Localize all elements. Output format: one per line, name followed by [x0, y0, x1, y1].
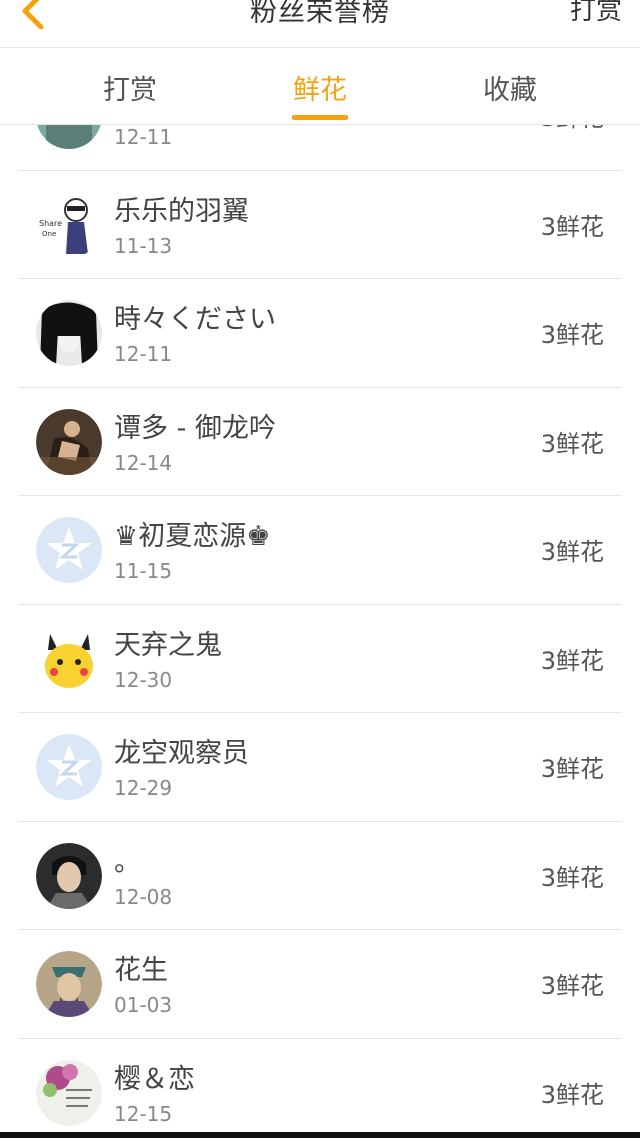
list-item[interactable]: 。 12-08 3鲜花 — [18, 822, 622, 930]
list-item-count: 3鲜花 — [540, 972, 604, 1000]
list-item-date: 01-03 — [114, 993, 173, 1017]
user-avatar — [36, 1059, 102, 1126]
user-avatar: Share One — [36, 191, 102, 258]
tab-bar: 打赏 鲜花 收藏 — [0, 49, 640, 125]
list-item-count: 3鲜花 — [540, 646, 604, 675]
list-item-count: 3鲜花 — [540, 863, 604, 892]
reward-button[interactable]: 打赏 — [570, 0, 622, 27]
page-title: 粉丝荣誉榜 — [250, 0, 390, 28]
default-avatar — [36, 517, 102, 583]
fans-list: 12-11 3鲜花 Share One 乐乐的羽翼 11-13 3鲜花 時々くださ… — [18, 62, 622, 1138]
list-item[interactable]: Share One 乐乐的羽翼 11-13 3鲜花 — [18, 171, 622, 279]
list-item-date: 11-13 — [114, 233, 173, 258]
list-item[interactable]: 花生 01-03 3鲜花 — [18, 930, 622, 1039]
list-item-date: 12-11 — [114, 342, 173, 366]
list-item-date: 12-30 — [114, 667, 173, 692]
list-item-name: 谭多 - 御龙吟 — [114, 412, 276, 444]
default-avatar — [36, 734, 102, 800]
list-item-name: ♛初夏恋源♚ — [114, 521, 271, 552]
list-item-name: 時々ください — [114, 304, 276, 335]
list-item[interactable]: 龙空观察员 12-29 3鲜花 — [18, 713, 622, 822]
tab-favorites[interactable]: 收藏 — [440, 49, 580, 125]
tab-reward[interactable]: 打赏 — [60, 49, 200, 125]
list-item-name: 龙空观察员 — [114, 738, 249, 769]
user-avatar — [36, 951, 102, 1017]
list-item-date: 11-15 — [114, 559, 173, 583]
list-item-date: 12-29 — [114, 776, 173, 800]
list-item-name: 花生 — [114, 955, 168, 986]
list-item[interactable]: 樱＆恋 12-15 3鲜花 — [18, 1039, 622, 1138]
list-item[interactable]: 時々ください 12-11 3鲜花 — [18, 279, 622, 388]
fans-honor-page: 12-11 3鲜花 Share One 乐乐的羽翼 11-13 3鲜花 時々くださ… — [0, 0, 640, 1138]
list-item-count: 3鲜花 — [540, 321, 604, 349]
user-avatar — [36, 625, 102, 692]
list-item-count: 3鲜花 — [540, 429, 604, 458]
list-item-date: 12-14 — [114, 450, 173, 475]
user-avatar — [36, 408, 102, 475]
user-avatar — [36, 300, 102, 366]
list-item[interactable]: 天弃之鬼 12-30 3鲜花 — [18, 605, 622, 713]
top-bar: 粉丝荣誉榜 打赏 — [0, 0, 640, 48]
svg-text:Share: Share — [39, 219, 62, 228]
list-item-count: 3鲜花 — [540, 755, 604, 783]
list-item[interactable]: ♛初夏恋源♚ 11-15 3鲜花 — [18, 496, 622, 605]
list-item-name: 乐乐的羽翼 — [114, 195, 249, 227]
list-item-date: 12-15 — [114, 1101, 173, 1126]
active-tab-indicator — [292, 115, 348, 120]
list-item[interactable]: 谭多 - 御龙吟 12-14 3鲜花 — [18, 388, 622, 496]
list-item-name: 樱＆恋 — [114, 1063, 195, 1095]
list-item-date: 12-08 — [114, 884, 173, 909]
list-item-count: 3鲜花 — [540, 212, 604, 241]
list-item-count: 3鲜花 — [540, 1080, 604, 1109]
list-item-name: 。 — [114, 846, 141, 878]
list-item-date: 12-11 — [114, 125, 173, 149]
tab-flowers[interactable]: 鲜花 — [250, 49, 390, 125]
bottom-edge — [0, 1132, 640, 1138]
svg-text:One: One — [42, 230, 56, 238]
user-avatar — [36, 842, 102, 909]
list-item-count: 3鲜花 — [540, 538, 604, 566]
list-item-name: 天弃之鬼 — [114, 629, 222, 661]
